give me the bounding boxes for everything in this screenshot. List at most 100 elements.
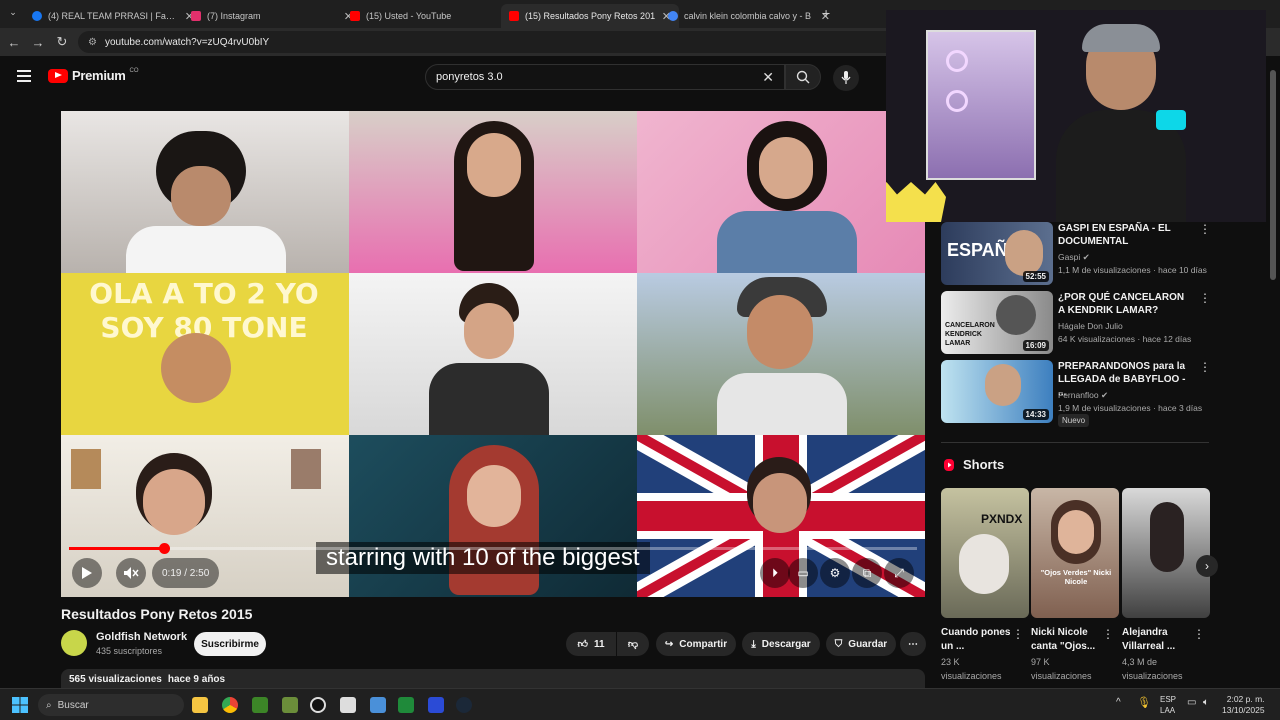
settings-button[interactable]: ⚙ [820,558,850,588]
shorts-next-arrow[interactable]: › [1196,555,1218,577]
short-title[interactable]: Cuando pones un ... [941,626,1017,654]
microphone-light-shape [1156,110,1186,130]
short-title[interactable]: Alejandra Villarreal ... [1122,626,1198,654]
channel-avatar[interactable] [61,630,87,656]
short-views: 97 K [1031,657,1050,667]
person-face-shape [467,133,521,197]
more-vertical-icon[interactable]: ⋮ [1193,627,1205,641]
site-info-icon[interactable]: ⚙ [88,37,97,48]
facebook-icon [32,11,42,21]
tab-list-chevron-icon[interactable]: ⌄ [6,7,20,21]
chrome-icon[interactable] [222,697,238,713]
more-vertical-icon[interactable]: ⋮ [1199,291,1211,305]
video-title: ¿POR QUÉ CANCELARON A KENDRIK LAMAR? [1058,292,1185,316]
mute-button[interactable] [116,558,146,588]
download-button[interactable]: ⤓ Descargar [742,632,820,656]
video-frame-guy-city [637,273,925,435]
document-icon[interactable] [340,697,356,713]
voice-search-button[interactable] [833,65,859,91]
taskbar-search[interactable]: ⌕ Buscar [38,694,184,716]
tab-label: calvin klein colombia calvo y - B [684,11,812,21]
subscribe-button[interactable]: Suscribirme [194,632,266,656]
dislike-button[interactable]: 👎︎ [617,632,649,656]
language-indicator[interactable]: ESP LAA [1160,694,1176,716]
video-player[interactable]: OLA A TO 2 YO SOY 80 TONE [61,111,925,597]
reload-icon[interactable]: ↻ [54,34,70,50]
microphone-tray-icon[interactable]: 🎙︎ [1137,696,1151,709]
clear-search-icon[interactable]: ✕ [762,69,774,86]
channel-name[interactable]: Goldfish Network [96,631,187,643]
search-button[interactable] [785,64,821,90]
short-title[interactable]: Nicki Nicole canta "Ojos... [1031,626,1107,654]
person-face-shape [753,473,807,533]
recommended-video[interactable]: CANCELARON KENDRICK LAMAR 16:09 ¿POR QUÉ… [941,291,1211,355]
tab-label: (7) Instagram [207,11,261,21]
url-field[interactable]: ⚙ youtube.com/watch?v=zUQ4rvU0bIY [78,31,958,53]
recommended-video[interactable]: ESPAÑA 52:55 GASPI EN ESPAÑA - EL DOCUME… [941,222,1211,286]
channel-name: Gaspi [1058,252,1081,262]
calculator-icon[interactable] [370,697,386,713]
video-frame-girl-denim [637,111,925,273]
person-shirt-shape [126,226,286,273]
short-views-label: visualizaciones [1031,671,1092,681]
divider [941,442,1209,443]
save-button[interactable]: ⛉ Guardar [826,632,896,656]
minecraft-icon[interactable] [252,697,268,713]
more-vertical-icon[interactable]: ⋮ [1012,627,1024,641]
back-arrow-icon[interactable]: ← [6,34,22,50]
steam-icon[interactable] [456,697,472,713]
play-button[interactable] [72,558,102,588]
network-icon[interactable]: ▭ [1187,697,1196,708]
search-input[interactable]: ponyretos 3.0 ✕ [425,64,785,90]
video-progress-bar[interactable] [69,543,917,554]
subtitles-button[interactable]: ▭ [788,558,818,588]
hamburger-menu-icon[interactable] [17,70,31,82]
more-actions-button[interactable]: ⋯ [900,632,926,656]
tab-youtube-usted[interactable]: (15) Usted - YouTube ✕ [342,4,520,28]
face-shape [959,534,1009,594]
like-button[interactable]: 👍︎ 11 [566,632,616,656]
fullscreen-button[interactable]: ⤢ [884,558,914,588]
share-button[interactable]: ↪ Compartir [656,632,736,656]
more-vertical-icon[interactable]: ⋮ [1102,627,1114,641]
short-thumbnail[interactable]: PXNDX [941,488,1029,618]
short-views: 4,3 M de [1122,657,1158,667]
search-query-text: ponyretos 3.0 [436,71,503,83]
miniplayer-button[interactable]: ⧉ [852,558,882,588]
search-placeholder: Buscar [57,699,89,711]
epic-games-icon[interactable] [310,697,326,713]
file-explorer-icon[interactable] [192,697,208,713]
layout-code: LAA [1160,706,1176,715]
person-jacket-shape [717,211,857,273]
gear-icon: ⚙ [829,566,841,580]
short-thumbnail[interactable] [1122,488,1210,618]
more-vertical-icon[interactable]: ⋮ [1199,222,1211,236]
vpn-icon[interactable] [428,697,444,713]
volume-icon[interactable]: 🔈︎ [1203,697,1209,708]
youtube-play-logo-icon [48,68,68,83]
autoplay-toggle[interactable]: ⏵ [760,558,790,588]
tray-chevron-up-icon[interactable]: ^ [1116,697,1121,708]
windows-start-icon[interactable] [12,697,28,713]
face-shape [1058,510,1094,554]
short-thumbnail[interactable]: "Ojos Verdes" Nicki Nicole [1031,488,1119,618]
more-vertical-icon[interactable]: ⋮ [1199,360,1211,374]
view-count: 565 visualizaciones [69,674,162,685]
tab-youtube-resultados[interactable]: (15) Resultados Pony Retos 201 ✕ [501,4,679,28]
person-face-shape [161,333,231,403]
system-clock[interactable]: 2:02 p. m. 13/10/2025 [1222,694,1265,716]
tab-instagram[interactable]: (7) Instagram ✕ [183,4,361,28]
autoplay-icon: ⏵ [771,565,778,580]
tab-google[interactable]: calvin klein colombia calvo y - B ✕ [660,4,838,28]
forward-arrow-icon[interactable]: → [30,34,46,50]
new-tab-plus-icon[interactable]: + [822,5,830,21]
person-face-shape [1005,230,1043,276]
youtube-premium-logo[interactable]: Premium CO [48,68,139,83]
tab-facebook[interactable]: (4) REAL TEAM PRRASI | Facebo ✕ [24,4,202,28]
progress-scrubber[interactable] [158,543,170,554]
like-count: 11 [593,638,605,650]
minecraft-launcher-icon[interactable] [282,697,298,713]
game-launcher-icon[interactable] [398,697,414,713]
page-scrollbar[interactable] [1270,70,1276,280]
url-text: youtube.com/watch?v=zUQ4rvU0bIY [104,36,270,48]
